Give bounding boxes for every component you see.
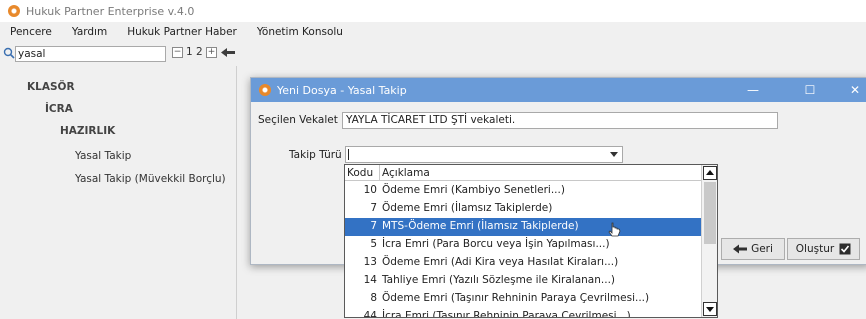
create-button-label: Oluştur [795, 243, 835, 255]
create-button[interactable]: Oluştur [787, 238, 860, 260]
dialog-app-icon [259, 84, 271, 96]
dropdown-option[interactable]: 7 Ödeme Emri (İlamsız Takiplerde) [345, 200, 701, 218]
menu-item-hukuk-partner-haber[interactable]: Hukuk Partner Haber [127, 26, 237, 38]
app-titlebar: Hukuk Partner Enterprise v.4.0 [0, 0, 866, 22]
dialog-title: Yeni Dosya - Yasal Takip [277, 83, 407, 97]
takip-turu-select[interactable] [345, 146, 623, 163]
search-input[interactable] [15, 46, 166, 62]
folder-tree: KLASÖR İCRA HAZIRLIK Yasal Takip Yasal T… [0, 66, 237, 319]
vekalet-label: Seçilen Vekalet [258, 114, 338, 126]
tree-item-yasal-takip[interactable]: Yasal Takip [75, 150, 131, 162]
tree-item-icra[interactable]: İCRA [45, 103, 73, 115]
column-header-aciklama: Açıklama [382, 167, 430, 179]
mouse-cursor-icon [608, 222, 621, 237]
arrow-down-icon [706, 307, 714, 312]
expand-button[interactable]: + [206, 47, 217, 58]
option-code: 7 [370, 202, 377, 214]
back-button-label: Geri [751, 243, 773, 255]
dropdown-scrollbar[interactable] [701, 165, 717, 317]
dialog-titlebar[interactable]: Yeni Dosya - Yasal Takip [251, 78, 866, 102]
search-icon [3, 47, 15, 59]
option-code: 8 [370, 292, 377, 304]
maximize-button[interactable]: ☐ [794, 78, 826, 102]
dropdown-option[interactable]: 5 İcra Emri (Para Borcu veya İşin Yapılma… [345, 236, 701, 254]
dropdown-option[interactable]: 14 Tahliye Emri (Yazılı Sözleşme ile Kira… [345, 272, 701, 290]
column-divider [379, 165, 380, 181]
dropdown-option[interactable]: 13 Ödeme Emri (Adi Kira veya Hasılat Kira… [345, 254, 701, 272]
page-1-link[interactable]: 1 [186, 46, 193, 58]
option-description: MTS-Ödeme Emri (İlamsız Takiplerde) [382, 220, 579, 232]
dropdown-header: Kodu Açıklama [345, 165, 701, 181]
option-description: İcra Emri (Para Borcu veya İşin Yapılmas… [382, 238, 610, 250]
text-caret [348, 149, 349, 160]
chevron-down-icon[interactable] [610, 152, 618, 157]
vekalet-field[interactable]: YAYLA TİCARET LTD ŞTİ vekaleti. [342, 112, 778, 129]
close-button[interactable]: ✕ [839, 78, 866, 102]
collapse-button[interactable]: − [172, 47, 183, 58]
option-code: 7 [370, 220, 377, 232]
takip-turu-dropdown-list[interactable]: Kodu Açıklama 10 Ödeme Emri (Kambiyo Sene… [344, 164, 718, 318]
option-description: Ödeme Emri (İlamsız Takiplerde) [382, 202, 553, 214]
dropdown-option[interactable]: 8 Ödeme Emri (Taşınır Rehninin Paraya Çev… [345, 290, 701, 308]
option-description: Tahliye Emri (Yazılı Sözleşme ile Kirala… [382, 274, 616, 286]
arrow-up-icon [706, 170, 714, 175]
scroll-up-button[interactable] [703, 166, 717, 180]
tree-item-hazirlik[interactable]: HAZIRLIK [60, 125, 115, 137]
tree-item-yasal-takip-muvekkil-borclu[interactable]: Yasal Takip (Müvekkil Borçlu) [75, 173, 226, 185]
option-code: 44 [363, 310, 377, 318]
menu-item-yonetim-konsolu[interactable]: Yönetim Konsolu [257, 26, 343, 38]
scroll-thumb[interactable] [704, 182, 716, 244]
page-2-link[interactable]: 2 [196, 46, 203, 58]
app-logo-icon [8, 5, 20, 17]
takip-turu-label: Takip Türü [289, 149, 342, 161]
search-bar: − 1 2 + [0, 42, 866, 66]
menu-bar: Pencere Yardım Hukuk Partner Haber Yönet… [0, 22, 866, 42]
option-description: Ödeme Emri (Kambiyo Senetleri...) [382, 184, 565, 196]
dropdown-option[interactable]: 44 İcra Emri (Taşınır Rehninin Paraya Çev… [345, 308, 701, 318]
scroll-down-button[interactable] [703, 302, 717, 316]
dropdown-option[interactable]: 10 Ödeme Emri (Kambiyo Senetleri...) [345, 182, 701, 200]
back-arrow-icon [733, 244, 748, 254]
option-code: 14 [363, 274, 377, 286]
minimize-button[interactable]: — [737, 78, 769, 102]
option-code: 10 [363, 184, 377, 196]
option-code: 5 [370, 238, 377, 250]
checkbox-check-icon [839, 243, 851, 255]
column-header-kodu: Kodu [347, 167, 374, 179]
menu-item-yardim[interactable]: Yardım [72, 26, 107, 38]
back-arrow-icon[interactable] [221, 47, 235, 58]
menu-item-pencere[interactable]: Pencere [10, 26, 52, 38]
tree-item-klasor[interactable]: KLASÖR [27, 81, 75, 93]
option-description: İcra Emri (Taşınır Rehninin Paraya Çevri… [382, 310, 631, 318]
option-code: 13 [363, 256, 377, 268]
option-description: Ödeme Emri (Adi Kira veya Hasılat Kirala… [382, 256, 619, 268]
option-description: Ödeme Emri (Taşınır Rehninin Paraya Çevr… [382, 292, 650, 304]
back-button[interactable]: Geri [721, 238, 785, 260]
dropdown-option[interactable]: 7 MTS-Ödeme Emri (İlamsız Takiplerde) [345, 218, 701, 236]
app-title: Hukuk Partner Enterprise v.4.0 [26, 4, 195, 18]
